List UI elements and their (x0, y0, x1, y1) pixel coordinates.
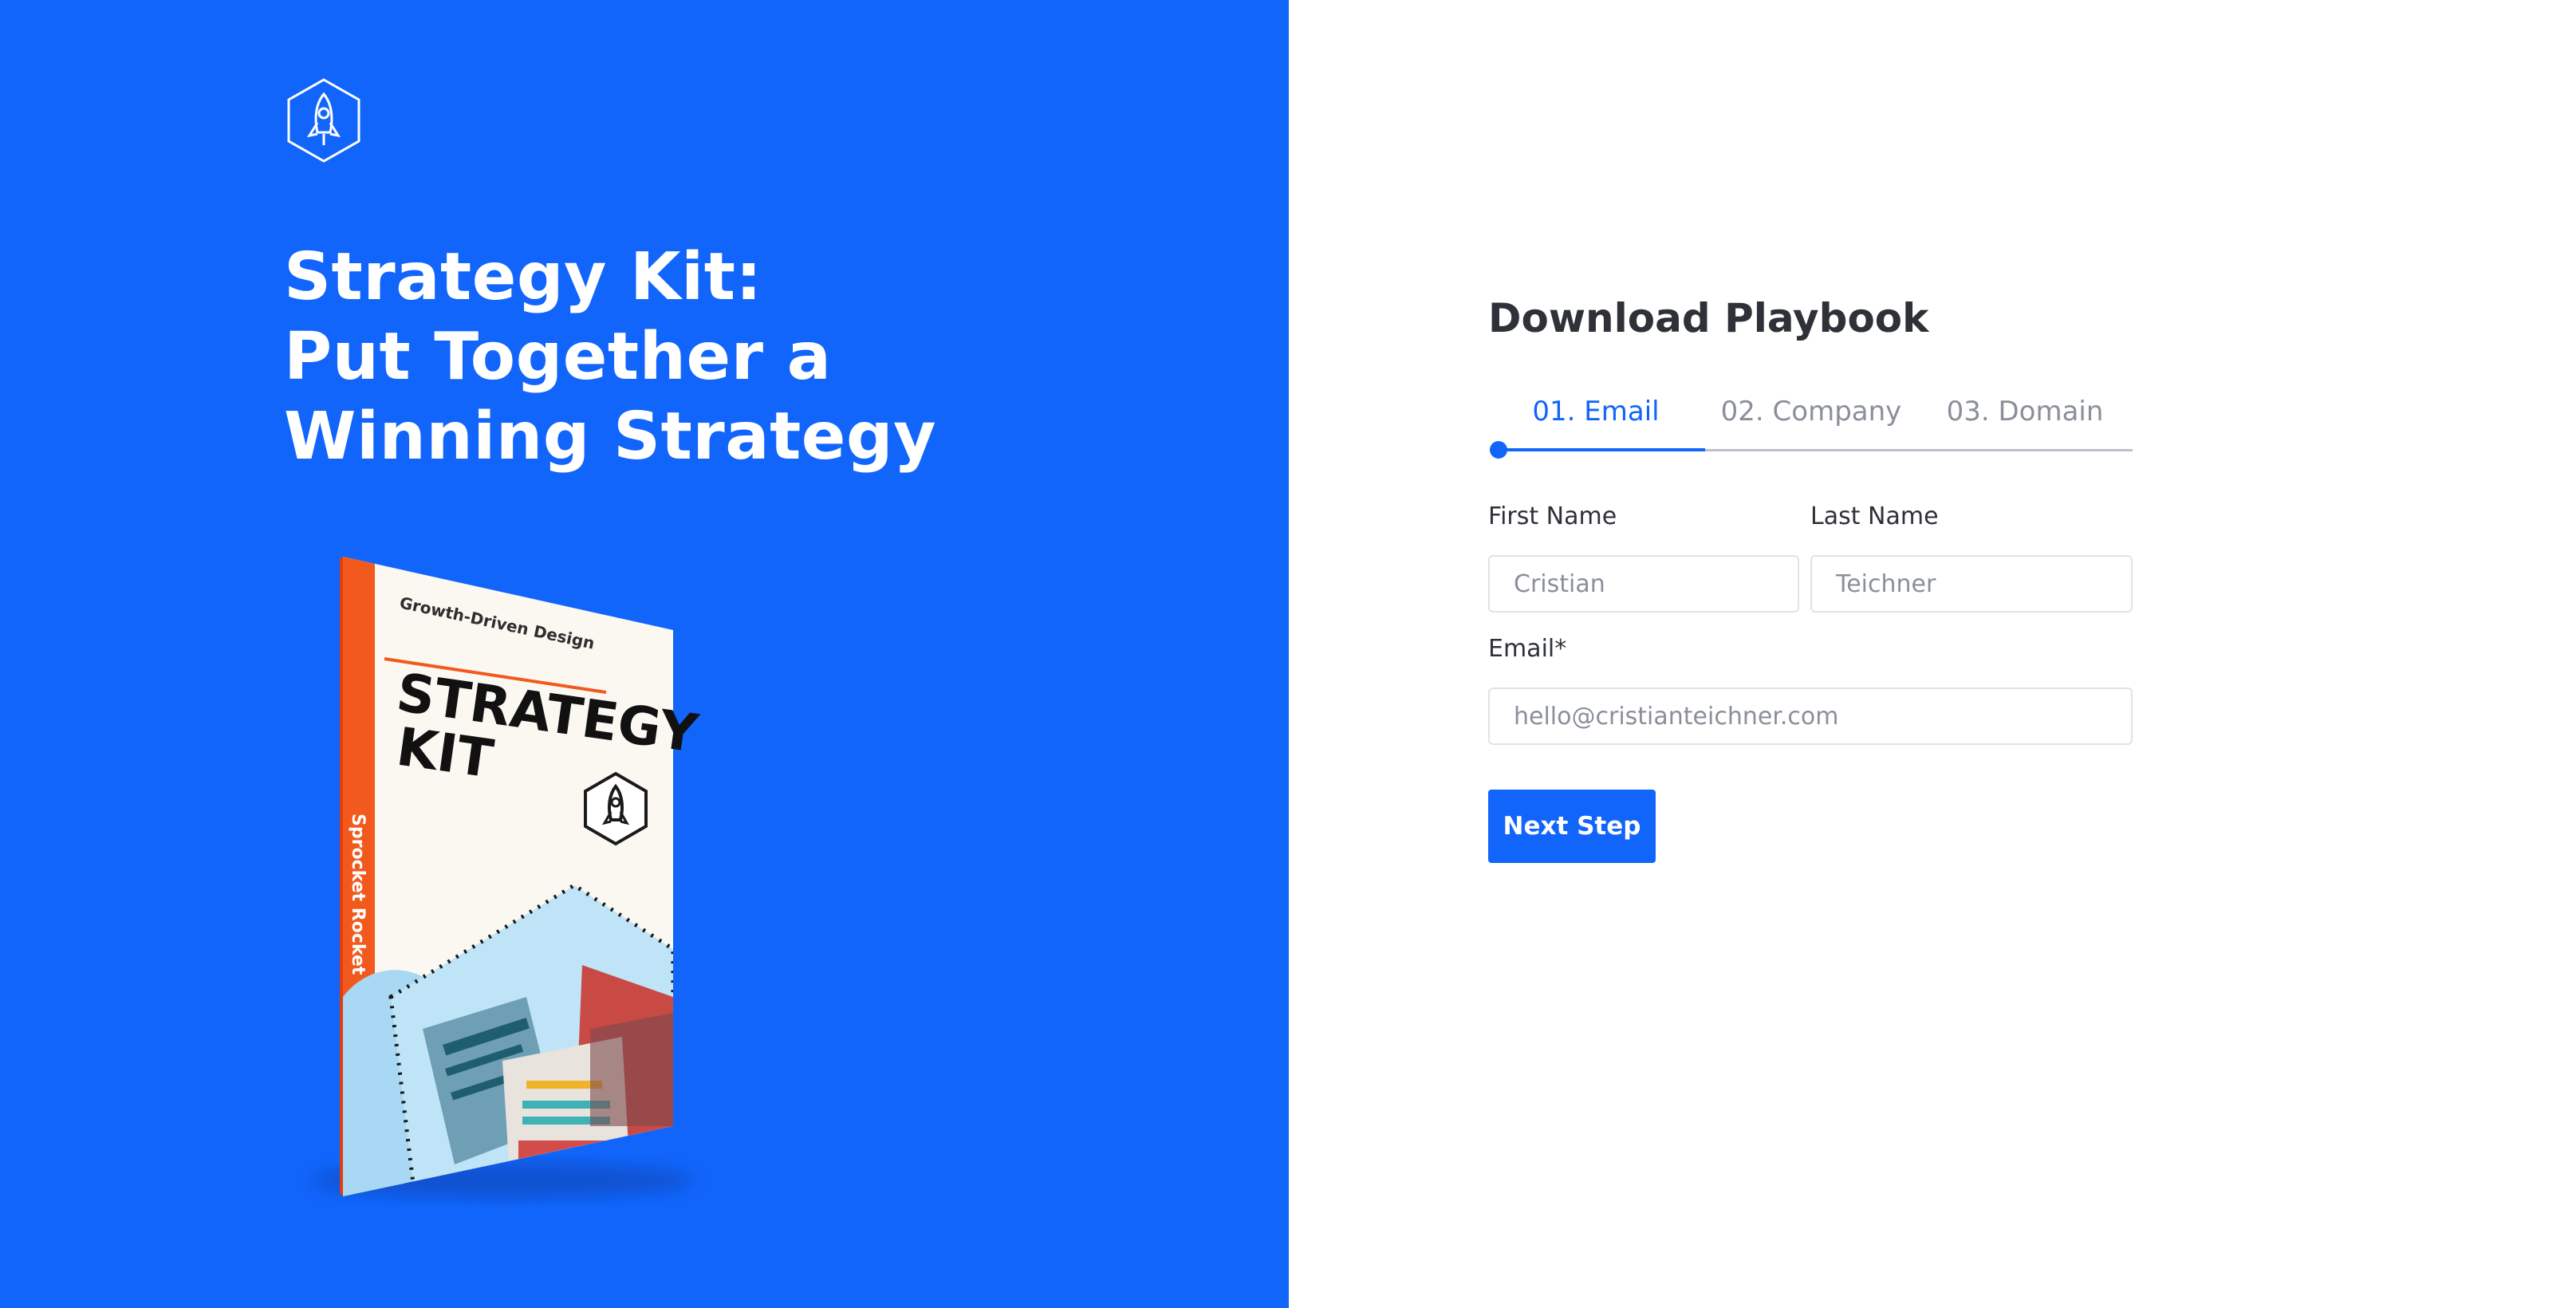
hero-headline-line: Winning Strategy (284, 399, 937, 475)
email-label: Email* (1488, 635, 1567, 663)
tab-email-step[interactable]: 01. Email (1488, 396, 1704, 427)
steps-progress-dot (1490, 441, 1507, 459)
rocket-hexagon-icon (287, 78, 360, 163)
hero-headline: Strategy Kit: Put Together a Winning Str… (284, 238, 936, 477)
steps-progress (1498, 448, 1705, 451)
first-name-label: First Name (1488, 502, 1617, 530)
strategy-kit-book-image: Sprocket Rocket Growth-Driven Design STR… (311, 557, 703, 1198)
first-name-input[interactable] (1488, 555, 1799, 613)
last-name-label: Last Name (1810, 502, 1939, 530)
next-step-button[interactable]: Next Step (1488, 790, 1656, 863)
tab-company-step[interactable]: 02. Company (1704, 396, 1919, 427)
email-input[interactable] (1488, 687, 2133, 745)
book-rocket-icon (584, 771, 648, 846)
hero-headline-line: Strategy Kit: (284, 239, 762, 315)
form-title: Download Playbook (1488, 295, 1929, 341)
book-spine-text: Sprocket Rocket (348, 814, 368, 975)
tab-domain-step[interactable]: 03. Domain (1917, 396, 2133, 427)
form-steps: 01. Email 02. Company 03. Domain (1488, 396, 2133, 459)
hero-panel: Strategy Kit: Put Together a Winning Str… (0, 0, 1289, 1308)
last-name-input[interactable] (1810, 555, 2133, 613)
form-panel: Download Playbook 01. Email 02. Company … (1289, 0, 2576, 1308)
hero-headline-line: Put Together a (284, 319, 832, 395)
